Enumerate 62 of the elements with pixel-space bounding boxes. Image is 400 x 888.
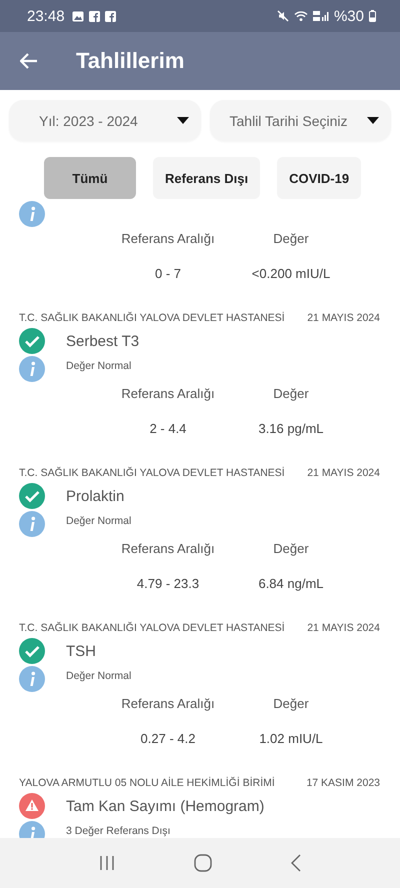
f-logo-icon (104, 10, 116, 22)
signal-icon (312, 10, 329, 22)
status-note: Değer Normal (66, 515, 132, 527)
reference-range: 4.79 - 23.3 (136, 576, 200, 590)
test-name[interactable]: Serbest T3 (66, 332, 140, 350)
column-label: Referans Aralığı (120, 696, 216, 710)
back-button[interactable] (20, 53, 38, 69)
result-value: <0.200 mIU/L (250, 266, 332, 280)
filter-tab[interactable]: Referans Dışı (153, 157, 260, 199)
institution-name: T.C. SAĞLIK BAKANLIĞI YALOVA DEVLET HASTANESİ (19, 466, 285, 478)
dropdown-caret-icon (176, 117, 188, 124)
institution-name: YALOVA ARMUTLU 05 NOLU AİLE HEKİMLİĞİ BİRİMİ (19, 776, 275, 788)
check-circle-icon (19, 638, 45, 664)
status-note: Değer Normal (66, 360, 132, 372)
screen-title: Tahlillerim (76, 48, 184, 74)
check-circle-icon (19, 483, 45, 509)
clock-time: 23:48 (27, 8, 65, 24)
back-arrow-icon (20, 53, 38, 69)
reference-range: 2 - 4.4 (148, 420, 188, 436)
back-icon (290, 854, 301, 872)
institution-name: T.C. SAĞLIK BAKANLIĞI YALOVA DEVLET HASTANESİ (19, 312, 285, 324)
recent-apps-icon (99, 855, 116, 871)
filter-tab[interactable]: COVID-19 (277, 157, 362, 199)
status-note: 3 Değer Referans Dışı (66, 825, 170, 837)
test-date: 21 MAYIS 2024 (307, 312, 380, 324)
column-label: Değer (272, 696, 310, 710)
dropdown-field[interactable]: Yıl: 2023 - 2024 (9, 100, 200, 141)
column-label: Referans Aralığı (120, 230, 216, 246)
test-date: 21 MAYIS 2024 (307, 622, 380, 634)
institution-name: T.C. SAĞLIK BAKANLIĞI YALOVA DEVLET HASTANESİ (19, 622, 285, 634)
reference-range: 0 - 7 (154, 266, 182, 280)
dropdown-field[interactable]: Tahlil Tarihi Seçiniz (210, 100, 391, 141)
dropdown-caret-icon (367, 117, 379, 124)
battery-icon (369, 10, 376, 22)
info-icon (19, 666, 45, 692)
reference-range: 0.27 - 4.2 (140, 730, 196, 746)
wifi-icon (294, 10, 308, 22)
column-label: Değer (272, 540, 310, 556)
test-name[interactable]: Prolaktin (66, 488, 124, 504)
column-label: Değer (272, 386, 310, 400)
mute-icon (276, 10, 289, 22)
result-value: 1.02 mIU/L (258, 730, 324, 746)
column-label: Referans Aralığı (120, 540, 216, 556)
filter-tab[interactable]: Tümü (44, 157, 136, 199)
check-circle-icon (19, 328, 45, 354)
test-date: 21 MAYIS 2024 (307, 466, 380, 478)
status-note: Değer Normal (66, 670, 132, 682)
home-icon (194, 854, 212, 872)
battery-level: %30 (334, 8, 364, 24)
result-value: 3.16 pg/mL (257, 420, 325, 436)
info-icon (19, 511, 45, 537)
f-logo-icon (88, 10, 100, 22)
info-icon (19, 356, 45, 382)
column-label: Referans Aralığı (120, 386, 216, 400)
warning-circle-icon (19, 793, 45, 819)
column-label: Değer (272, 230, 310, 246)
test-name[interactable]: TSH (66, 642, 96, 660)
info-icon (19, 201, 45, 227)
result-value: 6.84 ng/mL (257, 576, 325, 590)
test-name[interactable]: Tam Kan Sayımı (Hemogram) (66, 798, 264, 814)
test-date: 17 KASIM 2023 (306, 776, 380, 788)
image-icon (72, 10, 84, 22)
